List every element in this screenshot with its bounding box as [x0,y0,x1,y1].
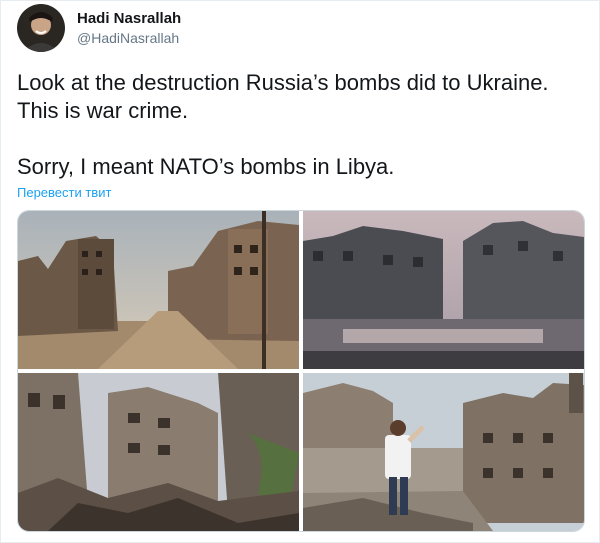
media-photo-3[interactable] [18,373,299,531]
avatar[interactable] [17,4,65,52]
media-photo-1[interactable] [18,211,299,369]
media-grid [17,210,585,532]
tweet-card: Hadi Nasrallah @HadiNasrallah Look at th… [0,0,600,543]
author-name[interactable]: Hadi Nasrallah [77,10,181,27]
media-photo-2[interactable] [303,211,584,369]
tweet-text: Look at the destruction Russia’s bombs d… [17,70,549,179]
translate-tweet-link[interactable]: Перевести твит [17,185,111,200]
media-photo-4[interactable] [303,373,584,531]
author-handle[interactable]: @HadiNasrallah [77,30,179,46]
